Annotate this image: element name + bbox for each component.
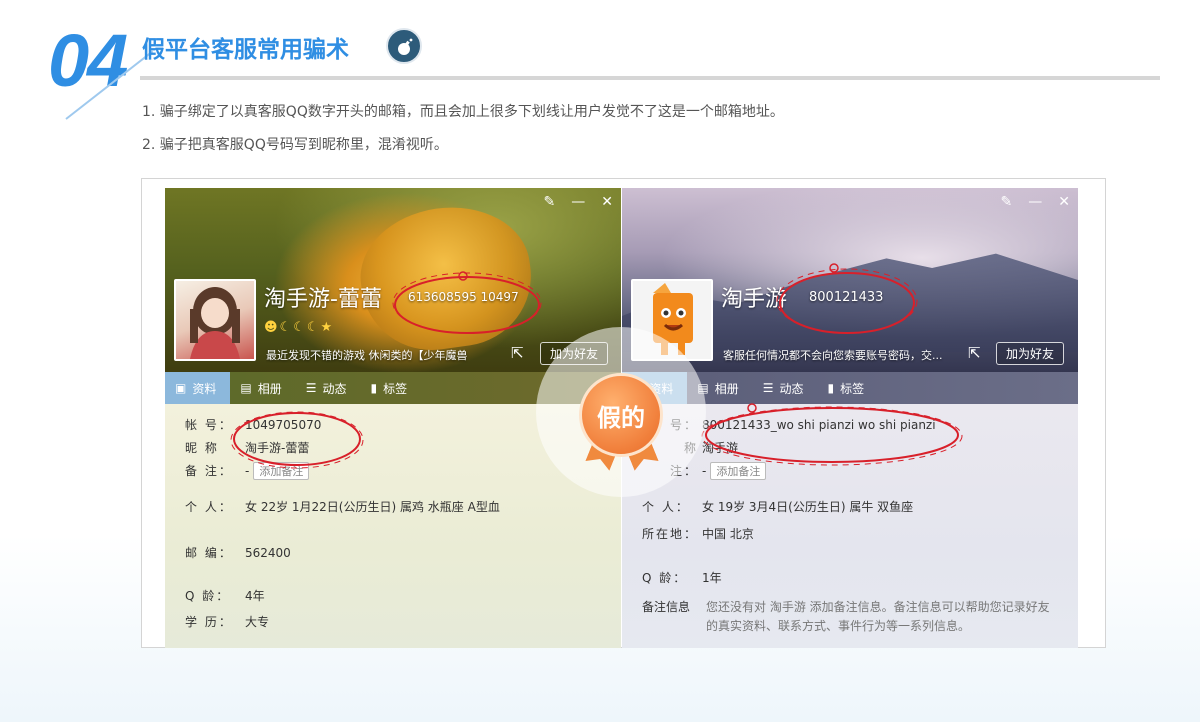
personal-row: 个 人：女 19岁 3月4日(公历生日) 属牛 双鱼座 — [642, 500, 914, 514]
qq-level-icons: ☻☾☾☾★ — [264, 320, 335, 335]
location-row: 所在地： 中国 北京 — [642, 527, 754, 541]
education-row: 学 历： 大专 — [185, 615, 270, 629]
share-icon[interactable]: ⇱ — [968, 344, 981, 362]
signature-text: 客服任何情况都不会向您索要账号密码，交... — [723, 349, 943, 362]
album-icon: ▤ — [240, 381, 252, 395]
profile-nickname: 淘手游-蕾蕾 — [264, 287, 382, 312]
skin-icon[interactable]: ✎ — [1001, 194, 1013, 210]
account-value: 800121433_wo shi pianzi wo shi pianzi — [702, 418, 936, 432]
skin-icon[interactable]: ✎ — [544, 194, 556, 210]
tab-album[interactable]: ▤ 相册 — [230, 372, 295, 404]
add-note-button[interactable]: 添加备注 — [710, 462, 767, 480]
profile-nickname: 淘手游 — [721, 287, 788, 312]
close-icon[interactable]: ✕ — [601, 194, 613, 210]
qage-row: Q 龄： 1年 — [642, 571, 722, 585]
minimize-icon[interactable]: — — [1028, 194, 1042, 210]
personal-row: 个 人：女 22岁 1月22日(公历生日) 属鸡 水瓶座 A型血 — [185, 500, 500, 514]
tab-tags[interactable]: ▮ 标签 — [818, 372, 879, 404]
avatar[interactable] — [174, 279, 256, 361]
account-value: 1049705070 — [245, 418, 322, 432]
fake-badge: 假的 — [579, 373, 663, 457]
bullet-point-2: 2. 骗子把真客服QQ号码写到昵称里，混淆视听。 — [142, 137, 448, 153]
qq-number-display: 613608595 10497 — [408, 290, 519, 304]
share-icon[interactable]: ⇱ — [511, 344, 524, 362]
signature-text: 最近发现不错的游戏 休闲类的【少年魔兽 — [266, 349, 468, 362]
qq-number-display: 800121433 — [809, 290, 884, 305]
postcode-row: 邮 编： 562400 — [185, 546, 291, 560]
section-title: 假平台客服常用骗术 — [142, 37, 349, 63]
note-row: 备 注： - 添加备注 — [185, 462, 310, 480]
window-controls: ✎ — ✕ — [544, 194, 613, 210]
remark-row: 备注信息 您还没有对 淘手游 添加备注信息。备注信息可以帮助您记录好友的真实资料、… — [642, 600, 1050, 633]
feed-icon: ☰ — [762, 381, 774, 395]
qage-row: Q 龄： 4年 — [185, 589, 265, 603]
minimize-icon[interactable]: — — [571, 194, 585, 210]
profile-icon: ▣ — [175, 381, 187, 395]
add-note-button[interactable]: 添加备注 — [253, 462, 310, 480]
tag-icon: ▮ — [370, 381, 378, 395]
bullet-point-1: 1. 骗子绑定了以真客服QQ数字开头的邮箱，而且会加上很多下划线让用户发觉不了这… — [142, 104, 784, 120]
tab-tags[interactable]: ▮ 标签 — [361, 372, 422, 404]
leaf-background — [352, 196, 540, 360]
account-row: 帐 号： 1049705070 — [185, 418, 322, 432]
window-controls: ✎ — ✕ — [1001, 194, 1070, 210]
tab-profile[interactable]: ▣资料 — [165, 372, 231, 404]
close-icon[interactable]: ✕ — [1058, 194, 1070, 210]
section-number: 04 — [48, 19, 128, 102]
tab-feed[interactable]: ☰ 动态 — [296, 372, 361, 404]
tag-icon: ▮ — [827, 381, 835, 395]
bomb-icon — [386, 28, 422, 64]
feed-icon: ☰ — [305, 381, 317, 395]
nickname-row: 昵 称淘手游-蕾蕾 — [185, 441, 310, 455]
tab-feed[interactable]: ☰ 动态 — [753, 372, 818, 404]
header-divider — [140, 76, 1160, 80]
add-friend-button[interactable]: 加为好友 — [996, 342, 1064, 365]
